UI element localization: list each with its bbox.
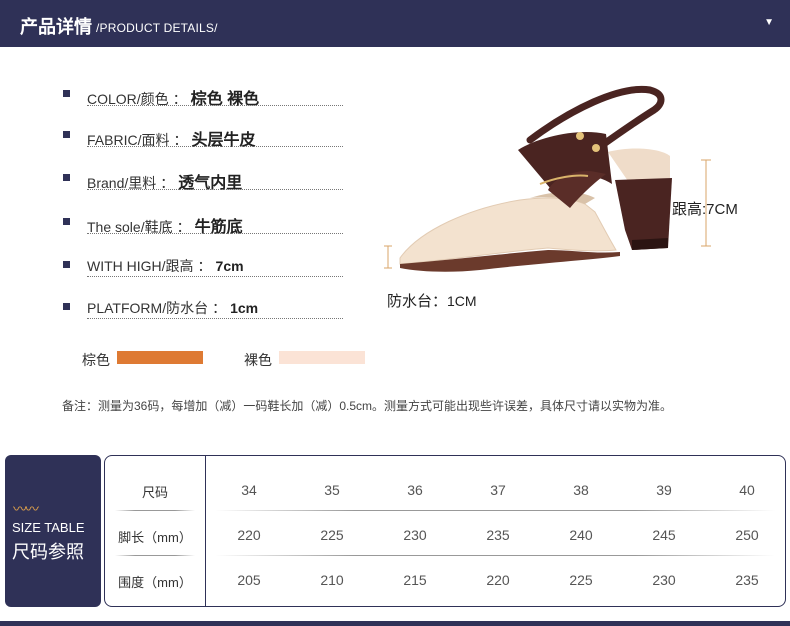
dotted-divider	[87, 276, 343, 277]
spec-row-fabric: FABRIC/面料：头层牛皮	[60, 121, 350, 149]
column-divider	[205, 456, 206, 606]
row-label-girth: 围度（mm）	[118, 575, 192, 590]
spec-row-color: COLOR/颜色：棕色 裸色	[60, 80, 350, 108]
bottom-bar	[0, 621, 790, 626]
header-bar: 产品详情 /PRODUCT DETAILS/ ▼	[0, 0, 790, 47]
bullet-icon	[63, 261, 70, 268]
dotted-divider	[87, 146, 343, 147]
table-cell: 240	[569, 527, 593, 543]
table-cell: 210	[320, 572, 344, 588]
row-label-size: 尺码	[141, 485, 168, 500]
spec-separator: ：	[212, 300, 227, 316]
swatch-nude[interactable]	[279, 351, 365, 364]
dotted-divider	[87, 318, 343, 319]
platform-label: 防水台：	[387, 293, 448, 310]
page-title: 产品详情	[20, 17, 92, 37]
table-cell: 38	[573, 482, 589, 498]
spec-value: 7cm	[215, 258, 244, 274]
table-cell: 220	[237, 527, 261, 543]
table-cell: 215	[403, 572, 427, 588]
swatch-label-brown: 棕色	[82, 352, 110, 368]
rivet-icon	[592, 144, 600, 152]
spec-separator: ：	[197, 258, 212, 274]
caret-down-icon[interactable]: ▼	[764, 17, 774, 28]
table-cell: 230	[652, 572, 676, 588]
table-cell: 37	[490, 482, 506, 498]
dotted-divider	[87, 105, 343, 106]
bullet-icon	[63, 131, 70, 138]
table-cell: 245	[652, 527, 676, 543]
table-cell: 34	[241, 482, 257, 498]
table-cell: 39	[656, 482, 672, 498]
row-divider	[215, 555, 775, 556]
shoe-illustration: 跟高:7CM 防水台：1CM	[380, 80, 790, 320]
table-cell: 225	[569, 572, 593, 588]
rivet-icon	[576, 132, 584, 140]
heel-tip	[632, 238, 668, 250]
table-cell: 40	[739, 482, 755, 498]
table-cell: 230	[403, 527, 427, 543]
spec-label: WITH HIGH/跟高	[87, 258, 194, 274]
size-table-title-cn: 尺码参照	[12, 542, 84, 562]
heel-height-label: 跟高:7CM	[672, 201, 738, 218]
platform-value: 1CM	[447, 293, 477, 309]
row-label-foot-length: 脚长（mm）	[118, 530, 192, 545]
color-swatches: 棕色 裸色	[82, 348, 402, 370]
spec-row-heel-height: WITH HIGH/跟高： 7cm	[60, 251, 350, 279]
spec-row-lining: Brand/里料：透气内里	[60, 164, 350, 192]
row-divider	[215, 510, 775, 511]
platform-height-label: 防水台：1CM	[387, 290, 477, 311]
table-cell: 235	[486, 527, 510, 543]
spec-value: 1cm	[230, 300, 259, 316]
size-table-badge: 〰〰 SIZE TABLE 尺码参照	[5, 455, 101, 607]
swatch-label-nude: 裸色	[244, 352, 272, 368]
bullet-icon	[63, 218, 70, 225]
bullet-icon	[63, 303, 70, 310]
table-cell: 205	[237, 572, 261, 588]
spec-row-sole: The sole/鞋底：牛筋底	[60, 208, 350, 236]
row-divider	[115, 555, 195, 556]
bullet-icon	[63, 174, 70, 181]
spec-row-platform: PLATFORM/防水台： 1cm	[60, 293, 350, 321]
table-cell: 250	[735, 527, 759, 543]
swatch-brown[interactable]	[117, 351, 203, 364]
table-cell: 235	[735, 572, 759, 588]
bullet-icon	[63, 90, 70, 97]
table-cell: 36	[407, 482, 423, 498]
size-table: 尺码 34 35 36 37 38 39 40 脚长（mm） 220 225 2…	[104, 455, 786, 607]
table-cell: 225	[320, 527, 344, 543]
row-divider	[115, 510, 195, 511]
spec-label: PLATFORM/防水台	[87, 300, 209, 316]
page-subtitle: /PRODUCT DETAILS/	[96, 21, 218, 35]
table-cell: 220	[486, 572, 510, 588]
size-table-title-en: SIZE TABLE	[12, 520, 85, 535]
dotted-divider	[87, 233, 343, 234]
measurement-note: 备注：测量为36码，每增加（减）一码鞋长加（减）0.5cm。测量方式可能出现些许…	[62, 399, 673, 413]
table-cell: 35	[324, 482, 340, 498]
dotted-divider	[87, 189, 343, 190]
wave-icon: 〰〰	[13, 501, 39, 517]
